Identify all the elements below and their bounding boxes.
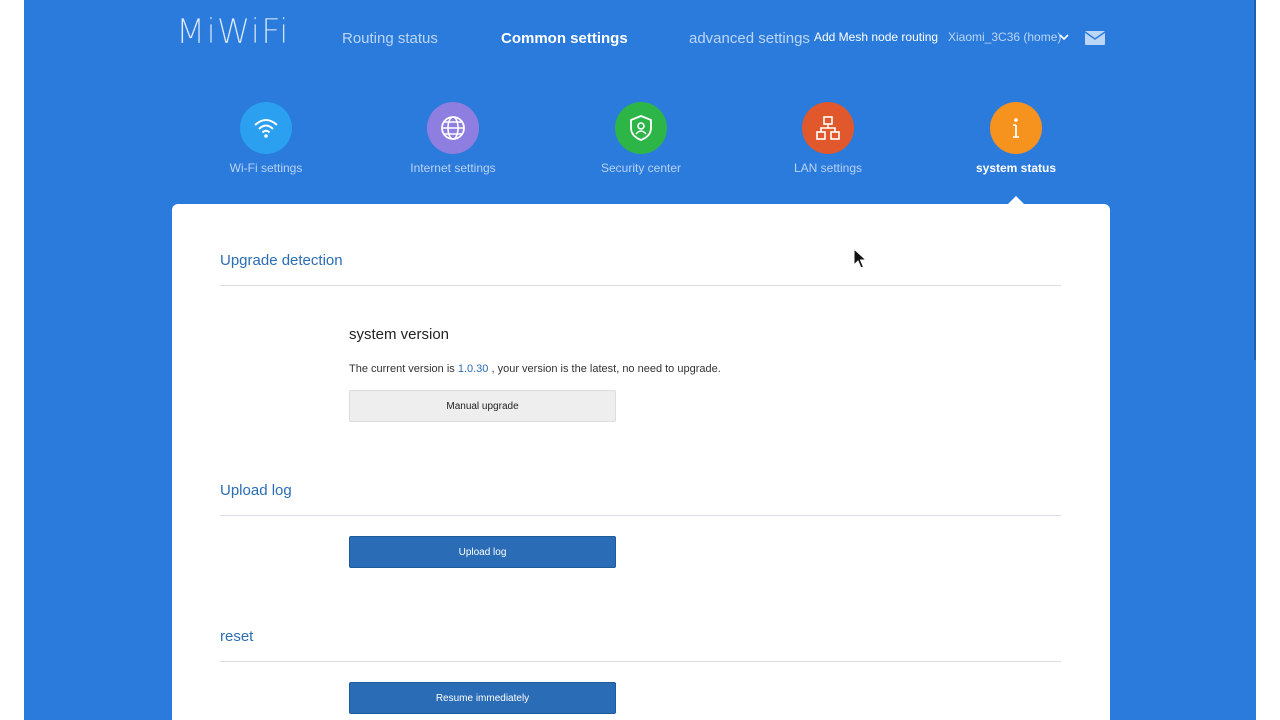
- reset-title: reset: [220, 628, 254, 645]
- info-icon: [990, 102, 1042, 154]
- nav-common-settings[interactable]: Common settings: [501, 30, 628, 47]
- mouse-cursor-icon: [853, 248, 867, 269]
- shield-icon: [615, 102, 667, 154]
- upload-log-button[interactable]: Upload log: [349, 536, 616, 568]
- upgrade-detection-title: Upgrade detection: [220, 252, 343, 269]
- resume-immediately-button[interactable]: Resume immediately: [349, 682, 616, 714]
- window-edge: [1254, 0, 1256, 360]
- category-label: Security center: [600, 161, 682, 175]
- manual-upgrade-button[interactable]: Manual upgrade: [349, 390, 616, 422]
- network-icon: [802, 102, 854, 154]
- version-number: 1.0.30: [457, 363, 489, 375]
- nav-routing-status[interactable]: Routing status: [342, 30, 438, 47]
- mail-icon[interactable]: [1085, 30, 1105, 46]
- category-label: Wi-Fi settings: [229, 161, 303, 175]
- nav-advanced-settings[interactable]: advanced settings: [689, 30, 810, 47]
- category-lan-settings[interactable]: LAN settings: [758, 102, 898, 178]
- globe-icon: [427, 102, 479, 154]
- nav-add-mesh[interactable]: Add Mesh node routing: [814, 30, 938, 44]
- chevron-down-icon[interactable]: [1058, 31, 1070, 43]
- category-system-status[interactable]: system status: [946, 102, 1086, 178]
- category-wifi-settings[interactable]: Wi-Fi settings: [196, 102, 336, 178]
- divider: [220, 661, 1061, 662]
- miwifi-logo: MiWiFi: [176, 12, 290, 52]
- version-text-after: , your version is the latest, no need to…: [488, 363, 721, 375]
- category-label: system status: [975, 161, 1057, 175]
- category-security-center[interactable]: Security center: [571, 102, 711, 178]
- system-version-title: system version: [349, 326, 450, 343]
- wifi-icon: [240, 102, 292, 154]
- device-selector[interactable]: Xiaomi_3C36 (home): [948, 30, 1061, 44]
- category-label: LAN settings: [793, 161, 863, 175]
- router-admin-window: MiWiFi Routing status Common settings ad…: [24, 0, 1256, 720]
- version-text-before: The current version is: [349, 363, 458, 375]
- divider: [220, 285, 1061, 286]
- divider: [220, 515, 1061, 516]
- category-internet-settings[interactable]: Internet settings: [383, 102, 523, 178]
- content-panel: Upgrade detection system version The cur…: [172, 204, 1110, 720]
- category-label: Internet settings: [410, 161, 496, 175]
- version-status-text: The current version is 1.0.30 , your ver…: [349, 363, 721, 375]
- upload-log-title: Upload log: [220, 482, 292, 499]
